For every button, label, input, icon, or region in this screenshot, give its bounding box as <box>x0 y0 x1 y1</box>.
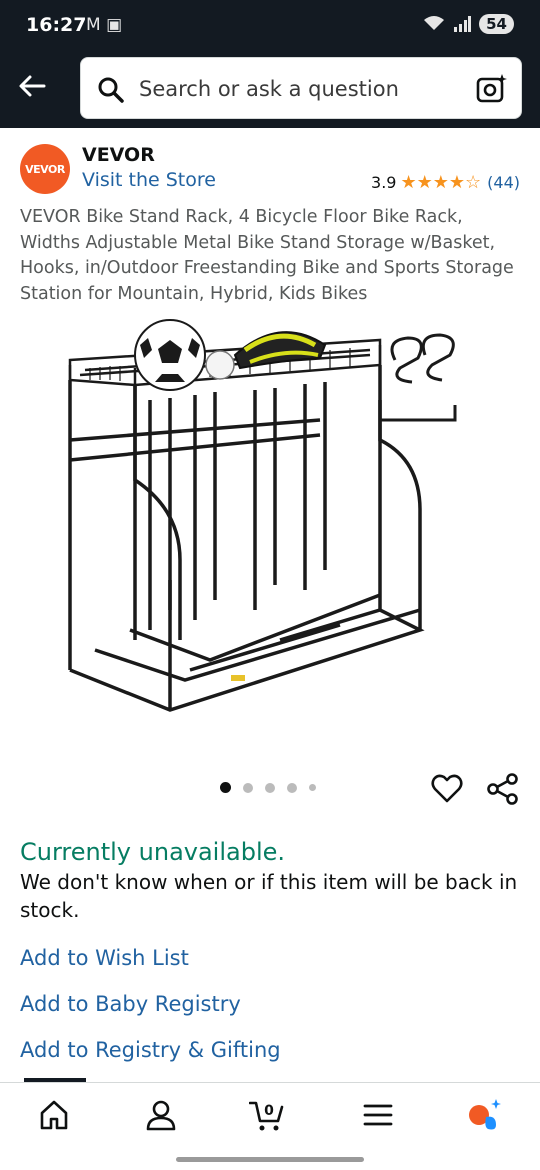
share-icon[interactable] <box>486 772 520 806</box>
camera-lens-icon[interactable] <box>475 72 509 106</box>
carousel-dot[interactable] <box>243 782 253 793</box>
availability-message: We don't know when or if this item will … <box>20 870 518 922</box>
add-to-wish-list-link[interactable]: Add to Wish List <box>20 946 189 970</box>
carousel-dot[interactable] <box>287 782 297 793</box>
bottom-nav: 0 <box>0 1082 540 1150</box>
search-icon <box>98 77 124 103</box>
rating-value: 3.9 <box>371 173 397 192</box>
product-image[interactable] <box>40 310 500 750</box>
search-input[interactable] <box>139 72 459 106</box>
carousel-dot[interactable] <box>220 782 231 793</box>
brand-logo[interactable]: VEVOR <box>20 144 70 194</box>
status-right: 54 <box>423 14 514 34</box>
carousel-dot[interactable] <box>309 784 316 791</box>
add-to-baby-registry-link[interactable]: Add to Baby Registry <box>20 992 241 1016</box>
product-title: VEVOR Bike Stand Rack, 4 Bicycle Floor B… <box>20 207 514 304</box>
rating-summary[interactable]: 3.9 ★★★★☆ (44) <box>371 172 520 193</box>
rufus-assistant-icon[interactable] <box>466 1097 502 1133</box>
home-icon[interactable] <box>36 1097 72 1133</box>
account-icon[interactable] <box>143 1097 179 1133</box>
arrow-left-icon[interactable] <box>14 68 50 104</box>
top-bar <box>0 52 540 128</box>
star-rating-icon: ★★★★☆ <box>400 172 482 193</box>
brand-row: VEVOR VEVOR Visit the Store 3.9 ★★★★☆ (4… <box>0 142 540 198</box>
add-to-registry-gifting-link[interactable]: Add to Registry & Gifting <box>20 1038 281 1062</box>
home-indicator[interactable] <box>176 1157 364 1162</box>
menu-icon[interactable] <box>360 1097 396 1133</box>
signal-icon <box>454 16 472 32</box>
battery-level: 54 <box>479 14 514 34</box>
search-box[interactable] <box>80 57 522 119</box>
visit-store-link[interactable]: Visit the Store <box>82 169 216 191</box>
status-bar: 16:27 M ▣ 54 <box>0 0 540 52</box>
image-carousel-dots[interactable] <box>220 782 316 793</box>
heart-icon[interactable] <box>430 772 464 806</box>
wifi-icon <box>424 16 445 30</box>
cart-icon[interactable]: 0 <box>249 1097 285 1133</box>
cart-count: 0 <box>264 1103 274 1119</box>
carousel-dot[interactable] <box>265 782 275 793</box>
status-time: 16:27 <box>26 14 87 36</box>
review-count[interactable]: (44) <box>487 173 520 192</box>
brand-name: VEVOR <box>82 144 155 166</box>
availability-status: Currently unavailable. <box>20 838 286 866</box>
notification-icons: M ▣ <box>86 15 123 35</box>
